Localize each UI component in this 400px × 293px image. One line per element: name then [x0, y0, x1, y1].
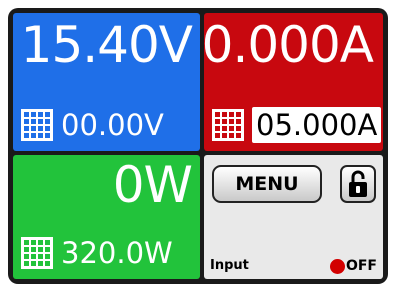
- input-label: Input: [210, 258, 249, 273]
- lock-button[interactable]: [340, 165, 376, 203]
- grid-icon[interactable]: [21, 109, 53, 141]
- grid-icon[interactable]: [21, 237, 53, 269]
- voltage-set-value[interactable]: 00.00V: [61, 107, 164, 143]
- input-status[interactable]: OFF: [329, 258, 377, 274]
- current-actual-value: 0.000A: [204, 16, 374, 74]
- control-panel: MENU Input OFF: [204, 155, 383, 279]
- current-set-row[interactable]: 05.000A: [212, 107, 382, 143]
- menu-button[interactable]: MENU: [212, 165, 322, 203]
- red-dot-icon: [329, 258, 345, 274]
- unlocked-padlock-icon: [349, 170, 367, 197]
- power-set-value[interactable]: 320.0W: [61, 235, 173, 271]
- current-panel: 0.000A 05.000A: [204, 13, 383, 151]
- current-set-value[interactable]: 05.000A: [252, 107, 382, 143]
- power-panel: 0W 320.0W: [13, 155, 200, 279]
- power-actual-value: 0W: [112, 156, 193, 214]
- input-status-text: OFF: [345, 258, 377, 274]
- device-display: 15.40V 00.00V 0.000A 05.000A 0W 320.0W M…: [8, 8, 388, 284]
- voltage-set-row[interactable]: 00.00V: [21, 107, 164, 143]
- power-set-row[interactable]: 320.0W: [21, 235, 173, 271]
- voltage-panel: 15.40V 00.00V: [13, 13, 200, 151]
- grid-icon[interactable]: [212, 109, 244, 141]
- voltage-actual-value: 15.40V: [20, 16, 193, 74]
